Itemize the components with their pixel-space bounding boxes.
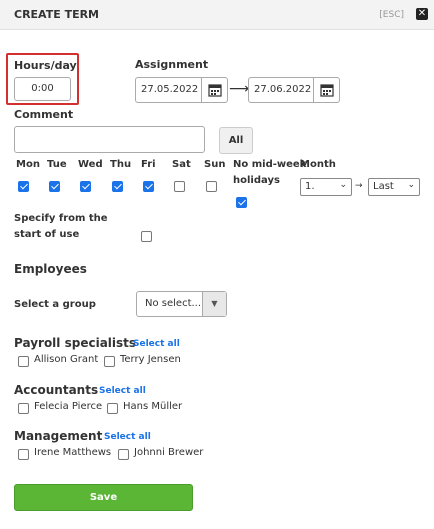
chevron-down-icon: ⌄ bbox=[407, 180, 415, 190]
month-from-value: 1. bbox=[305, 181, 315, 192]
group-title-management: Management bbox=[14, 429, 103, 443]
date-range-arrow: ⟶ bbox=[229, 81, 250, 97]
day-checkbox-sat[interactable] bbox=[174, 181, 185, 192]
day-label-sun: Sun bbox=[204, 159, 226, 170]
day-checkbox-tue[interactable] bbox=[49, 181, 60, 192]
group-title-payroll: Payroll specialists bbox=[14, 336, 137, 350]
group-title-accountants: Accountants bbox=[14, 383, 99, 397]
day-checkbox-thu[interactable] bbox=[112, 181, 123, 192]
specify-checkbox[interactable] bbox=[141, 231, 152, 242]
specify-label-1: Specify from the bbox=[14, 213, 108, 224]
select-all-accountants[interactable]: Select all bbox=[99, 386, 146, 396]
calendar-icon[interactable] bbox=[201, 78, 227, 102]
day-checkbox-mon[interactable] bbox=[18, 181, 29, 192]
day-label-fri: Fri bbox=[141, 159, 156, 170]
modal-header: CREATE TERM [ESC] ✕ bbox=[0, 0, 434, 30]
close-icon[interactable]: ✕ bbox=[416, 8, 428, 20]
day-label-wed: Wed bbox=[78, 159, 103, 170]
day-checkbox-fri[interactable] bbox=[143, 181, 154, 192]
day-label-thu: Thu bbox=[110, 159, 132, 170]
specify-label-2: start of use bbox=[14, 229, 80, 240]
member-checkbox[interactable] bbox=[18, 449, 29, 460]
member-checkbox[interactable] bbox=[18, 403, 29, 414]
end-date-value: 27.06.2022 bbox=[254, 84, 312, 95]
no-midweek-label-1: No mid-week bbox=[233, 159, 307, 170]
group-label: Select a group bbox=[14, 299, 96, 310]
member-checkbox[interactable] bbox=[18, 356, 29, 367]
member-label: Felecia Pierce bbox=[34, 401, 103, 412]
member-checkbox[interactable] bbox=[118, 449, 129, 460]
select-all-management[interactable]: Select all bbox=[104, 432, 151, 442]
day-label-tue: Tue bbox=[47, 159, 67, 170]
month-arrow: → bbox=[355, 181, 363, 191]
no-midweek-label-2: holidays bbox=[233, 175, 280, 186]
group-select-value: No select... bbox=[145, 298, 202, 309]
employees-title: Employees bbox=[14, 262, 87, 276]
start-date-value: 27.05.2022 bbox=[141, 84, 199, 95]
group-select[interactable]: No select... ▼ bbox=[136, 291, 227, 317]
select-all-payroll[interactable]: Select all bbox=[133, 339, 180, 349]
month-to-select[interactable]: Last ⌄ bbox=[368, 178, 420, 196]
chevron-down-icon: ▼ bbox=[202, 292, 226, 316]
day-label-sat: Sat bbox=[172, 159, 191, 170]
day-checkbox-wed[interactable] bbox=[80, 181, 91, 192]
all-button[interactable]: All bbox=[219, 127, 253, 154]
comment-label: Comment bbox=[14, 108, 74, 121]
end-date-input[interactable]: 27.06.2022 bbox=[248, 77, 340, 103]
member-label: Allison Grant bbox=[34, 354, 99, 365]
hours-input[interactable]: 0:00 bbox=[14, 77, 71, 101]
esc-hint: [ESC] bbox=[379, 10, 404, 20]
day-checkbox-sun[interactable] bbox=[206, 181, 217, 192]
start-date-input[interactable]: 27.05.2022 bbox=[135, 77, 228, 103]
chevron-down-icon: ⌄ bbox=[339, 180, 347, 190]
member-label: Irene Matthews bbox=[34, 447, 112, 458]
comment-input[interactable] bbox=[14, 126, 205, 153]
calendar-icon[interactable] bbox=[313, 78, 339, 102]
month-label: Month bbox=[300, 159, 336, 170]
member-label: Johnni Brewer bbox=[134, 447, 204, 458]
member-label: Terry Jensen bbox=[120, 354, 181, 365]
member-label: Hans Müller bbox=[123, 401, 183, 412]
member-checkbox[interactable] bbox=[104, 356, 115, 367]
day-label-mon: Mon bbox=[16, 159, 40, 170]
month-to-value: Last bbox=[373, 181, 394, 192]
member-checkbox[interactable] bbox=[107, 403, 118, 414]
month-from-select[interactable]: 1. ⌄ bbox=[300, 178, 352, 196]
modal-title: CREATE TERM bbox=[14, 8, 99, 21]
hours-label: Hours/day bbox=[14, 59, 77, 72]
save-button[interactable]: Save bbox=[14, 484, 193, 511]
assignment-label: Assignment bbox=[135, 58, 209, 71]
no-midweek-checkbox[interactable] bbox=[236, 197, 247, 208]
